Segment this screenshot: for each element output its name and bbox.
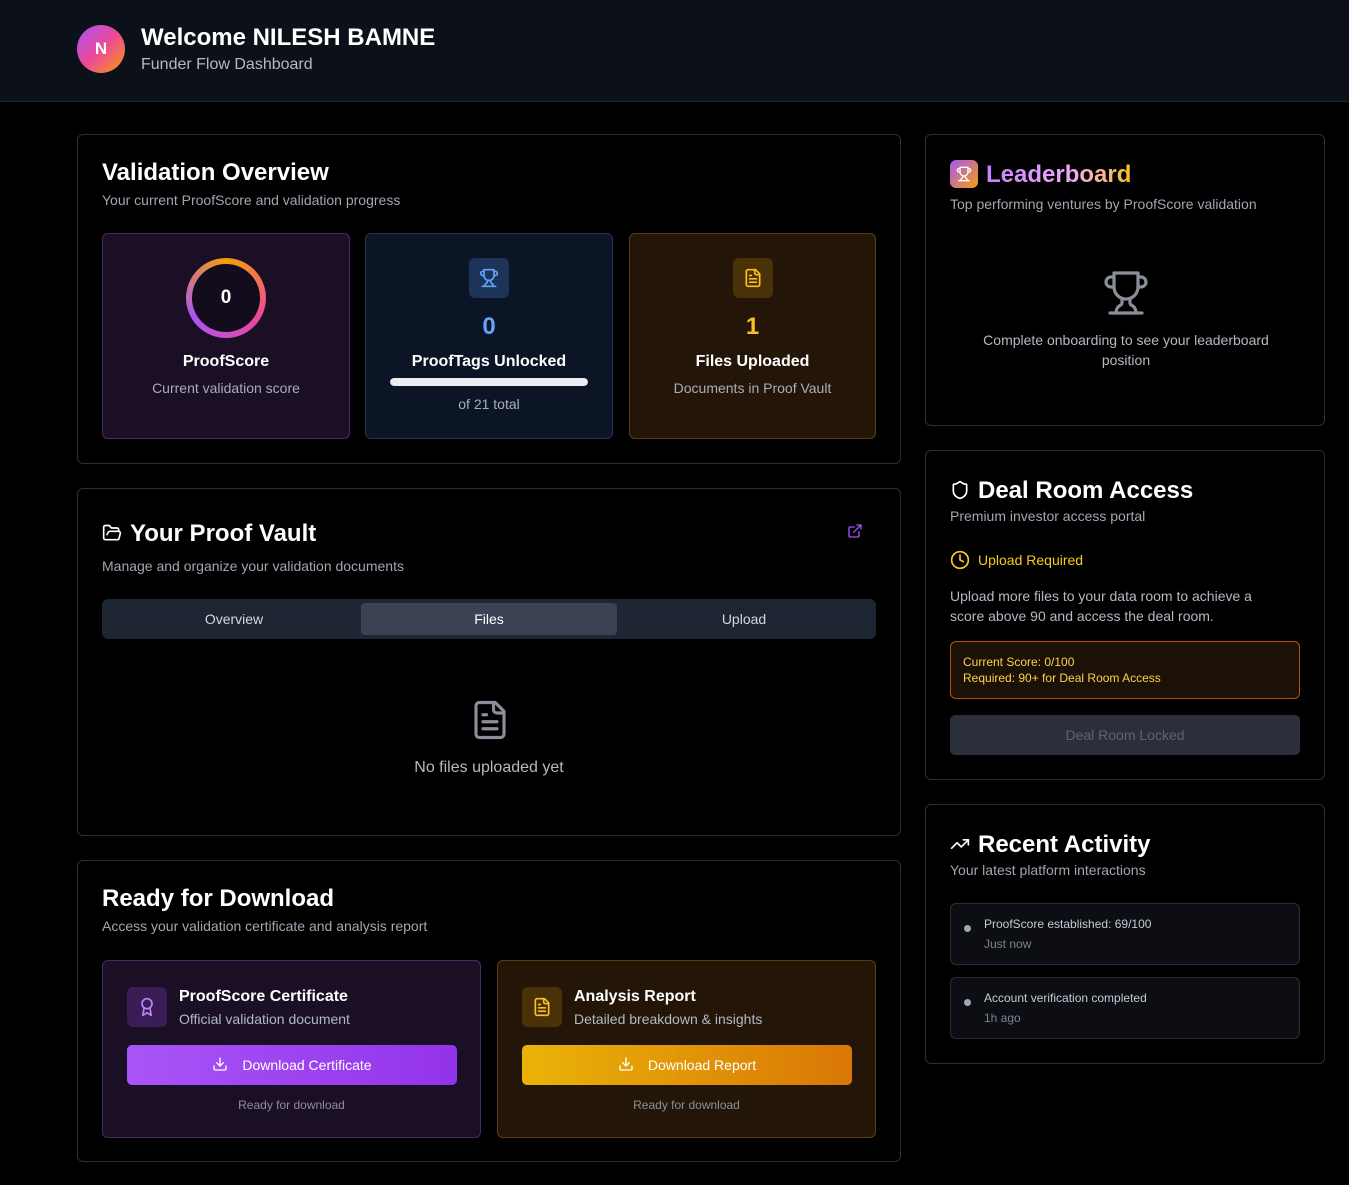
deal-room-locked-button[interactable]: Deal Room Locked [950,715,1300,755]
download-icon [212,1056,228,1075]
required-score-text: Required: 90+ for Deal Room Access [963,671,1161,685]
recent-activity-card: Recent Activity Your latest platform int… [925,804,1325,1064]
report-panel: Analysis Report Detailed breakdown & ins… [497,960,876,1138]
welcome-title: Welcome NILESH BAMNE [141,24,436,51]
prooftags-progress [390,378,588,386]
activity-text: Account verification completed [984,991,1147,1005]
current-score-text: Current Score: 0/100 [963,655,1075,669]
vault-empty-text: No files uploaded yet [414,759,564,776]
validation-subtitle: Your current ProofScore and validation p… [102,192,401,208]
folder-open-icon [102,523,122,548]
files-label: Files Uploaded [695,353,810,370]
avatar[interactable]: N [77,25,125,73]
download-subtitle: Access your validation certificate and a… [102,918,428,934]
proof-vault-card: Your Proof Vault Manage and organize you… [77,488,901,836]
download-icon [618,1056,634,1075]
dashboard-subtitle: Funder Flow Dashboard [141,56,313,73]
vault-title: Your Proof Vault [130,520,317,547]
external-link-icon[interactable] [847,523,863,544]
shield-icon [950,480,970,505]
activity-dot [964,925,971,932]
activity-title: Recent Activity [978,831,1151,858]
document-icon [733,258,773,298]
clock-icon [950,550,970,575]
proofscore-ring: 0 [186,258,266,338]
files-value: 1 [745,313,760,340]
download-title: Ready for Download [102,885,335,912]
tab-overview[interactable]: Overview [106,603,362,635]
report-note: Ready for download [633,1098,740,1112]
leaderboard-title: Leaderboard [986,161,1132,188]
activity-item: ProofScore established: 69/100 Just now [950,903,1300,965]
prooftags-desc: of 21 total [458,396,520,412]
prooftags-label: ProofTags Unlocked [411,353,567,370]
certificate-title: ProofScore Certificate [179,988,348,1005]
trophy-icon [1102,269,1150,322]
validation-overview-card: Validation Overview Your current ProofSc… [77,134,901,464]
leaderboard-empty-text: Complete onboarding to see your leaderbo… [983,332,1269,368]
proofscore-label: ProofScore [182,353,270,370]
report-document-icon [522,987,562,1027]
file-text-icon [469,696,511,749]
deal-room-subtitle: Premium investor access portal [950,508,1146,524]
deal-room-description: Upload more files to your data room to a… [950,588,1252,624]
prooftags-value: 0 [482,313,496,340]
activity-text: ProofScore established: 69/100 [984,917,1152,931]
download-report-button[interactable]: Download Report [522,1045,852,1085]
leaderboard-card: Leaderboard Top performing ventures by P… [925,134,1325,426]
prooftags-stat: 0 ProofTags Unlocked of 21 total [365,233,613,439]
activity-dot [964,999,971,1006]
activity-subtitle: Your latest platform interactions [950,862,1146,878]
validation-title: Validation Overview [102,159,329,186]
deal-room-status: Upload Required [978,552,1084,568]
leaderboard-trophy-icon [950,160,978,188]
files-stat: 1 Files Uploaded Documents in Proof Vaul… [629,233,876,439]
deal-room-card: Deal Room Access Premium investor access… [925,450,1325,780]
report-title: Analysis Report [574,988,696,1005]
files-desc: Documents in Proof Vault [673,380,832,396]
activity-time: Just now [984,937,1032,951]
deal-room-title: Deal Room Access [978,477,1194,504]
trophy-icon [469,258,509,298]
top-header: N Welcome NILESH BAMNE Funder Flow Dashb… [0,0,1349,102]
proofscore-desc: Current validation score [152,380,300,396]
certificate-panel: ProofScore Certificate Official validati… [102,960,481,1138]
award-icon [127,987,167,1027]
download-card: Ready for Download Access your validatio… [77,860,901,1162]
prooftags-progress-fill [390,378,588,386]
download-certificate-label: Download Certificate [242,1057,372,1073]
certificate-desc: Official validation document [179,1011,350,1027]
tab-upload[interactable]: Upload [616,603,872,635]
download-certificate-button[interactable]: Download Certificate [127,1045,457,1085]
vault-tabs: Overview Files Upload [102,599,876,639]
activity-item: Account verification completed 1h ago [950,977,1300,1039]
certificate-note: Ready for download [238,1098,345,1112]
trending-up-icon [950,834,970,859]
activity-time: 1h ago [984,1011,1021,1025]
download-report-label: Download Report [647,1057,757,1073]
report-desc: Detailed breakdown & insights [574,1011,763,1027]
vault-subtitle: Manage and organize your validation docu… [102,558,404,574]
score-requirement-box: Current Score: 0/100 Required: 90+ for D… [950,641,1300,699]
leaderboard-subtitle: Top performing ventures by ProofScore va… [950,196,1257,212]
proofscore-value: 0 [192,264,260,332]
proofscore-stat: 0 ProofScore Current validation score [102,233,350,439]
tab-files[interactable]: Files [361,603,617,635]
